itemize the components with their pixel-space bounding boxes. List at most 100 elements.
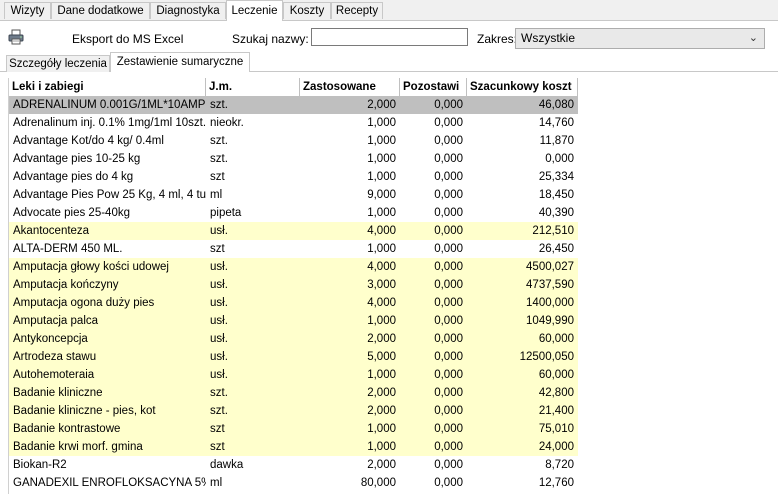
cell-unit: pipeta [210,207,242,219]
cell-name: Adrenalinum inj. 0.1% 1mg/1ml 10szt. [13,117,206,129]
table-row[interactable]: Autohemoteraia usł. 1,000 0,000 60,000 [9,366,578,384]
search-label: Szukaj nazwy: [232,32,309,46]
table-row[interactable]: Advocate pies 25-40kg pipeta 1,000 0,000 40,… [9,204,578,222]
cell-left: 0,000 [434,423,463,435]
cell-left: 0,000 [434,441,463,453]
cell-left: 0,000 [434,207,463,219]
cell-unit: ml [210,477,223,489]
cell-used: 2,000 [367,333,396,345]
table-row[interactable]: Badanie kliniczne szt. 2,000 0,000 42,800 [9,384,578,402]
cell-name: Advocate pies 25-40kg [13,207,130,219]
cell-left: 0,000 [434,171,463,183]
cell-left: 0,000 [434,243,463,255]
cell-name: Advantage Kot/do 4 kg/ 0.4ml [13,135,164,147]
cell-cost: 60,000 [538,369,574,381]
cell-cost: 21,400 [538,405,574,417]
export-excel-button[interactable]: Eksport do MS Excel [72,32,183,46]
table-row[interactable]: Badanie kliniczne - pies, kot szt. 2,000 0,… [9,402,578,420]
cell-cost: 12500,050 [519,351,574,363]
cell-name: GANADEXIL ENROFLOKSACYNA 5% 250 [13,477,206,489]
cell-used: 4,000 [367,297,396,309]
cell-unit: usł. [210,333,228,345]
cell-unit: szt. [210,387,228,399]
chevron-down-icon[interactable]: ⌄ [749,29,758,48]
table-row[interactable]: Badanie kontrastowe szt 1,000 0,000 75,010 [9,420,578,438]
printer-icon[interactable] [8,29,24,45]
table-row[interactable]: Artrodeza stawu usł. 5,000 0,000 12500,050 [9,348,578,366]
tab-szczegoly-leczenia[interactable]: Szczegóły leczenia [6,55,110,72]
table-row[interactable]: Advantage pies 10-25 kg szt. 1,000 0,000 0,0… [9,150,578,168]
cell-cost: 42,800 [538,387,574,399]
cell-cost: 4737,590 [526,279,574,291]
tab-leczenie[interactable]: Leczenie [226,0,283,21]
table-row[interactable]: ALTA-DERM 450 ML. szt 1,000 0,000 26,450 [9,240,578,258]
cell-unit: nieokr. [210,117,244,129]
table-row[interactable]: Amputacja ogona duży pies usł. 4,000 0,000 1… [9,294,578,312]
cell-left: 0,000 [434,297,463,309]
cell-cost: 1400,000 [526,297,574,309]
cell-left: 0,000 [434,261,463,273]
tab-zestawienie-sumaryczne[interactable]: Zestawienie sumaryczne [110,52,250,72]
search-input[interactable] [311,28,468,46]
table-row[interactable]: Badanie krwi morf. gmina szt 1,000 0,000 24,… [9,438,578,456]
column-header-cost[interactable]: Szacunkowy koszt [467,78,578,96]
column-header-left[interactable]: Pozostawi [400,78,467,96]
cell-left: 0,000 [434,315,463,327]
cell-left: 0,000 [434,477,463,489]
table-row[interactable]: Amputacja kończyny usł. 3,000 0,000 4737,590 [9,276,578,294]
column-header-name[interactable]: Leki i zabiegi [9,78,206,96]
cell-used: 4,000 [367,225,396,237]
tab-wizyty[interactable]: Wizyty [4,2,51,19]
cell-unit: szt. [210,405,228,417]
table-row[interactable]: Advantage pies do 4 kg szt 1,000 0,000 25,33… [9,168,578,186]
cell-name: Badanie krwi morf. gmina [13,441,143,453]
cell-cost: 40,390 [538,207,574,219]
cell-unit: szt [210,243,225,255]
zakres-selected-value: Wszystkie [521,31,575,45]
sub-tab-bar: Szczegóły leczenia Zestawienie sumaryczn… [0,52,778,72]
cell-cost: 8,720 [545,459,574,471]
cell-cost: 1049,990 [526,315,574,327]
cell-unit: szt [210,423,225,435]
cell-unit: usł. [210,315,228,327]
cell-name: ADRENALINUM 0.001G/1ML*10AMP [13,99,206,111]
cell-name: Biokan-R2 [13,459,67,471]
tab-recepty[interactable]: Recepty [331,2,383,19]
cell-name: Amputacja ogona duży pies [13,297,155,309]
cell-cost: 0,000 [545,153,574,165]
cell-used: 5,000 [367,351,396,363]
cell-left: 0,000 [434,189,463,201]
table-row[interactable]: Akantocenteza usł. 4,000 0,000 212,510 [9,222,578,240]
table-row[interactable]: Adrenalinum inj. 0.1% 1mg/1ml 10szt. nieo… [9,114,578,132]
table-row[interactable]: ADRENALINUM 0.001G/1ML*10AMP szt. 2,000 0,0… [9,96,578,114]
column-header-unit[interactable]: J.m. [206,78,300,96]
cell-used: 2,000 [367,405,396,417]
tab-koszty[interactable]: Koszty [283,2,331,19]
tab-diagnostyka[interactable]: Diagnostyka [150,2,226,19]
table-row[interactable]: Amputacja palca usł. 1,000 0,000 1049,990 [9,312,578,330]
cell-used: 1,000 [367,171,396,183]
table-row[interactable]: Biokan-R2 dawka 2,000 0,000 8,720 [9,456,578,474]
table-row[interactable]: Amputacja głowy kości udowej usł. 4,000 0,0… [9,258,578,276]
table-row[interactable]: Advantage Pies Pow 25 Kg, 4 ml, 4 tub ml 9… [9,186,578,204]
cell-unit: usł. [210,225,228,237]
cell-used: 4,000 [367,261,396,273]
cell-name: Amputacja kończyny [13,279,119,291]
cell-used: 1,000 [367,135,396,147]
tab-dane-dodatkowe[interactable]: Dane dodatkowe [51,2,150,19]
grid-header: Leki i zabiegi J.m. Zastosowane Pozostaw… [9,78,578,97]
cell-name: Badanie kliniczne - pies, kot [13,405,156,417]
cell-used: 1,000 [367,243,396,255]
cell-used: 1,000 [367,207,396,219]
table-row[interactable]: Advantage Kot/do 4 kg/ 0.4ml szt. 1,000 0,0… [9,132,578,150]
cell-cost: 18,450 [538,189,574,201]
table-row[interactable]: Antykoncepcja usł. 2,000 0,000 60,000 [9,330,578,348]
cell-used: 9,000 [367,189,396,201]
cell-used: 80,000 [360,477,396,489]
cell-unit: szt [210,441,225,453]
zakres-label: Zakres: [477,32,518,46]
zakres-select[interactable]: Wszystkie ⌄ [515,28,765,49]
cell-unit: usł. [210,351,228,363]
column-header-used[interactable]: Zastosowane [300,78,400,96]
table-row[interactable]: GANADEXIL ENROFLOKSACYNA 5% 250 ml 80,000 0… [9,474,578,492]
